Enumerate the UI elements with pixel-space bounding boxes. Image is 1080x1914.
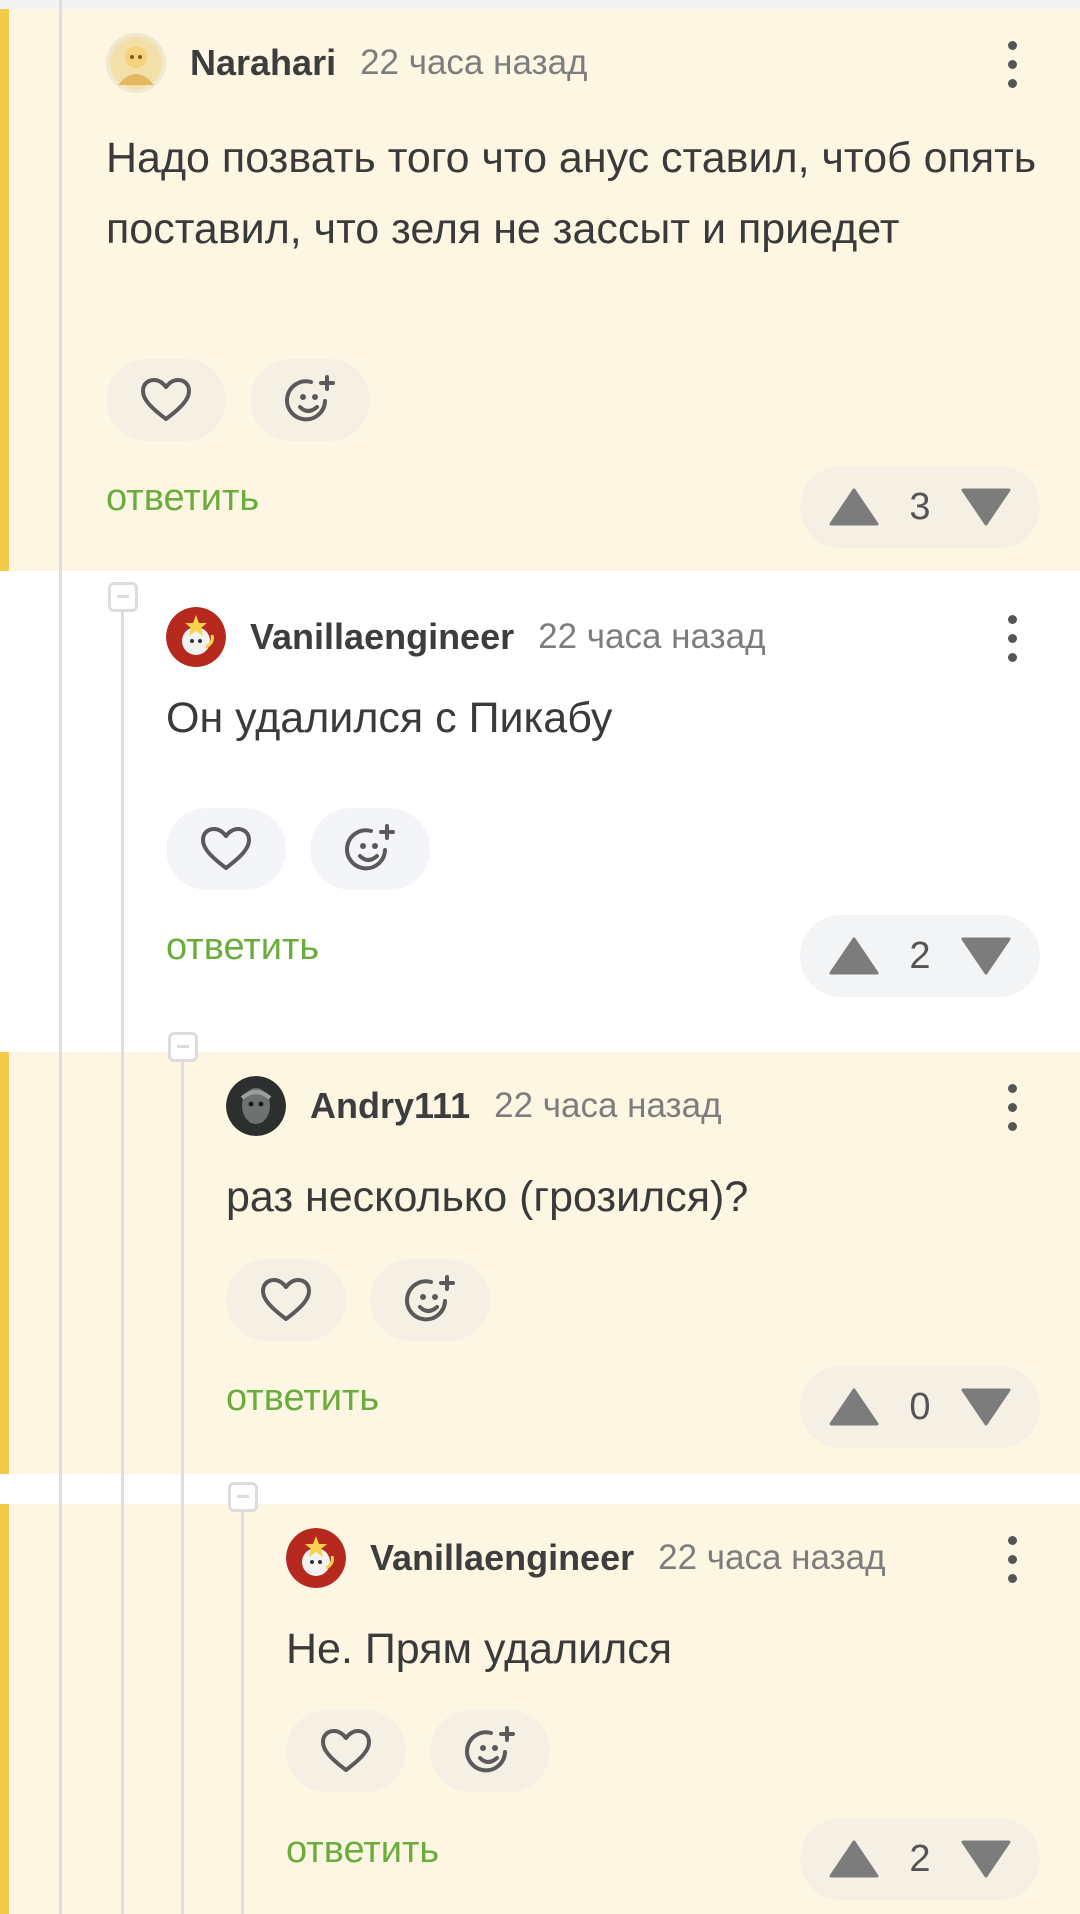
thread-line-level-1 (121, 600, 124, 1914)
react-button[interactable] (370, 1259, 490, 1341)
timestamp: 22 часа назад (494, 1086, 722, 1125)
more-vert-icon[interactable] (1006, 41, 1018, 89)
reply-link[interactable]: ответить (166, 926, 319, 969)
heart-icon (321, 1729, 371, 1772)
vote-score: 2 (909, 1837, 931, 1880)
comment-text: Не. Прям удалился (286, 1625, 673, 1673)
comment-header: Vanillaengineer 22 часа назад (286, 1526, 1080, 1590)
like-button[interactable] (286, 1710, 406, 1792)
like-button[interactable] (166, 808, 286, 890)
thread-line-level-2 (181, 1062, 184, 1914)
comment-1: Narahari 22 часа назад Надо позвать того… (0, 9, 1080, 571)
comment-header: Andry111 22 часа назад (226, 1074, 1080, 1138)
timestamp: 22 часа назад (658, 1538, 886, 1577)
emoji-add-icon (345, 824, 395, 871)
more-vert-icon[interactable] (1006, 1536, 1018, 1584)
vote-control: 3 (800, 466, 1040, 548)
user-avatar[interactable] (286, 1528, 346, 1588)
downvote-icon[interactable] (960, 1387, 1012, 1427)
comment-3: Andry111 22 часа назад раз несколько (гр… (0, 1052, 1080, 1474)
vote-score: 0 (909, 1385, 931, 1428)
username[interactable]: Vanillaengineer (370, 1537, 634, 1579)
reply-link[interactable]: ответить (286, 1829, 439, 1872)
separator (0, 1474, 1080, 1504)
comment-text: раз несколько (грозился)? (226, 1173, 749, 1221)
upvote-icon[interactable] (828, 1387, 880, 1427)
comment-2: Vanillaengineer 22 часа назад Он удалилс… (0, 571, 1080, 1052)
emoji-add-icon (405, 1275, 455, 1322)
vote-score: 3 (909, 485, 931, 528)
heart-icon (201, 827, 251, 870)
react-button[interactable] (430, 1710, 550, 1792)
collapse-icon[interactable] (228, 1482, 258, 1512)
more-vert-icon[interactable] (1006, 615, 1018, 663)
comment-text: Надо позвать того что анус ставил, чтоб … (106, 134, 1037, 253)
reply-link[interactable]: ответить (226, 1377, 379, 1420)
heart-icon (141, 378, 191, 421)
downvote-icon[interactable] (960, 936, 1012, 976)
vote-control: 2 (800, 1818, 1040, 1900)
emoji-add-icon (285, 375, 335, 422)
emoji-add-icon (465, 1726, 515, 1773)
user-avatar[interactable] (166, 607, 226, 667)
comment-header: Vanillaengineer 22 часа назад (166, 605, 1080, 669)
reply-link[interactable]: ответить (106, 477, 259, 520)
timestamp: 22 часа назад (538, 617, 766, 656)
thread-line-level-0 (59, 0, 62, 1914)
vote-control: 2 (800, 915, 1040, 997)
thread-line-level-3 (241, 1512, 244, 1914)
upvote-icon[interactable] (828, 1839, 880, 1879)
vote-score: 2 (909, 934, 931, 977)
user-avatar[interactable] (106, 33, 166, 93)
downvote-icon[interactable] (960, 487, 1012, 527)
username[interactable]: Andry111 (310, 1085, 470, 1127)
vote-control: 0 (800, 1366, 1040, 1448)
user-avatar[interactable] (226, 1076, 286, 1136)
react-button[interactable] (250, 359, 370, 441)
upvote-icon[interactable] (828, 936, 880, 976)
timestamp: 22 часа назад (360, 43, 588, 82)
comment-text: Он удалился с Пикабу (166, 694, 613, 742)
upvote-icon[interactable] (828, 487, 880, 527)
react-button[interactable] (310, 808, 430, 890)
downvote-icon[interactable] (960, 1839, 1012, 1879)
more-vert-icon[interactable] (1006, 1084, 1018, 1132)
comment-4: Vanillaengineer 22 часа назад Не. Прям у… (0, 1504, 1080, 1914)
top-strip (0, 0, 1080, 9)
collapse-icon[interactable] (168, 1032, 198, 1062)
heart-icon (261, 1278, 311, 1321)
collapse-icon[interactable] (108, 582, 138, 612)
like-button[interactable] (106, 359, 226, 441)
comment-header: Narahari 22 часа назад (106, 31, 1080, 95)
username[interactable]: Narahari (190, 42, 336, 84)
username[interactable]: Vanillaengineer (250, 616, 514, 658)
like-button[interactable] (226, 1259, 346, 1341)
